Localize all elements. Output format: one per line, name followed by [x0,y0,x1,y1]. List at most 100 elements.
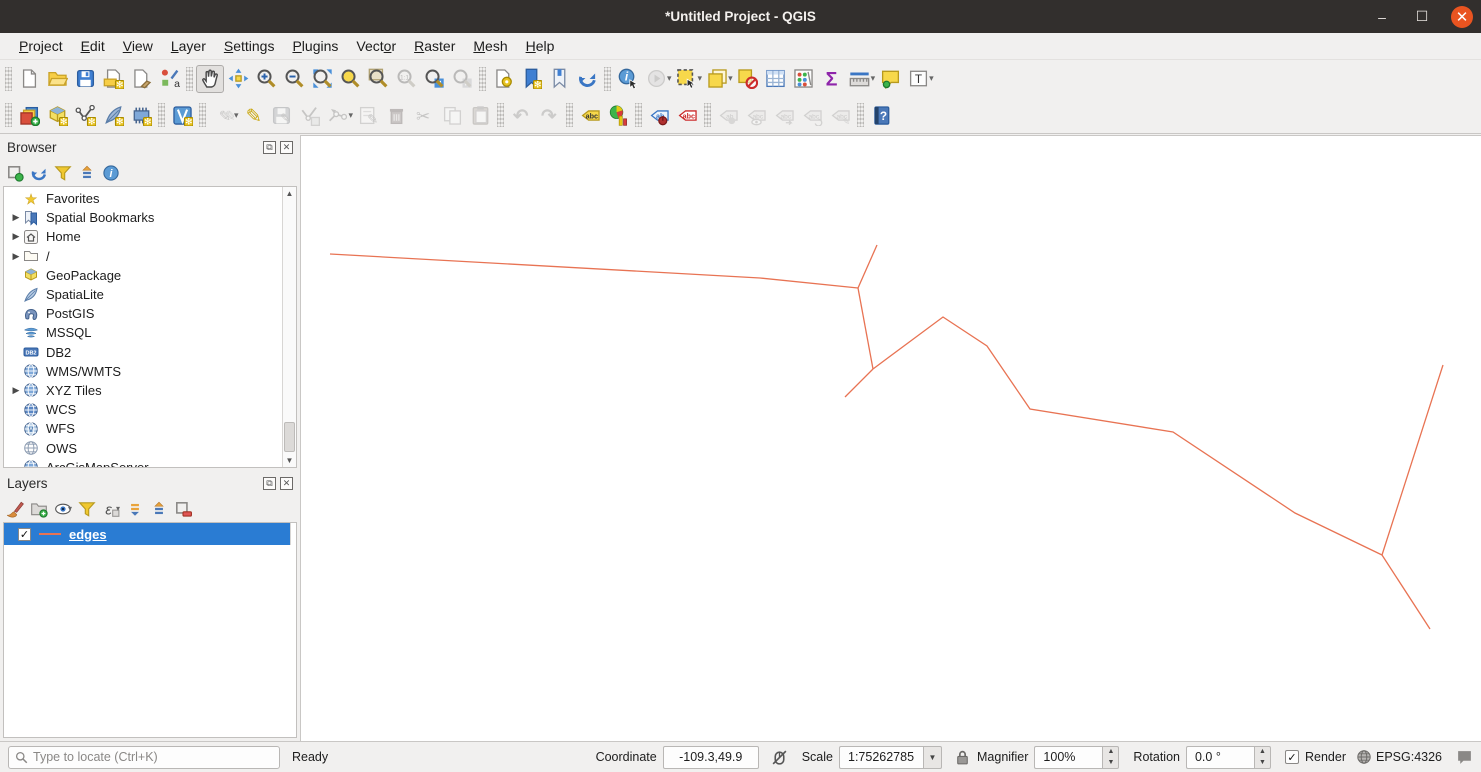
menu-layer[interactable]: Layer [162,35,215,57]
new-memory-layer-button[interactable]: ✻ [127,101,155,129]
browser-item-favorites[interactable]: ★Favorites [4,189,281,208]
layers-close-icon[interactable]: ✕ [280,477,293,490]
menu-plugins[interactable]: Plugins [283,35,347,57]
select-by-value-button[interactable] [703,65,731,93]
collapse-all-layers-button[interactable] [150,500,168,518]
browser-item-wcs[interactable]: WCS [4,400,281,419]
pin-labels-button[interactable]: ab [645,101,673,129]
expand-all-button[interactable] [126,500,144,518]
coordinate-field[interactable]: -109.3,49.9 [663,746,759,769]
remove-layer-button[interactable] [174,500,192,518]
layer-visibility-checkbox[interactable]: ✓ [18,528,31,541]
browser-item-mssql[interactable]: MSSQL [4,323,281,342]
expand-arrow-icon[interactable]: ▶ [10,212,22,223]
toolbar-handle[interactable] [5,103,12,127]
refresh-browser-button[interactable] [30,164,48,182]
open-attribute-table-button[interactable] [762,65,790,93]
new-virtual-layer-button[interactable]: ✻ [168,101,196,129]
open-layer-styling-button[interactable] [6,500,24,518]
toolbar-handle[interactable] [5,67,12,91]
add-group-button[interactable] [30,500,48,518]
toolbar-handle[interactable] [479,67,486,91]
filter-legend-button[interactable] [78,500,96,518]
new-project-button[interactable] [15,65,43,93]
show-layout-manager-button[interactable] [127,65,155,93]
crs-status[interactable]: EPSG:4326 [1356,749,1442,765]
rotation-down-icon[interactable]: ▼ [1255,757,1270,768]
maximize-button[interactable]: ☐ [1411,6,1433,28]
layers-float-icon[interactable]: ⧉ [263,477,276,490]
highlight-pinned-labels-button[interactable]: abc [673,101,701,129]
field-calculator-button[interactable] [790,65,818,93]
close-button[interactable]: ✕ [1451,6,1473,28]
zoom-in-button[interactable] [252,65,280,93]
toolbar-handle[interactable] [497,103,504,127]
browser-scrollbar[interactable]: ▲ ▼ [282,187,296,467]
zoom-full-button[interactable] [308,65,336,93]
scroll-thumb[interactable] [284,422,295,452]
browser-item-db2[interactable]: DB2DB2 [4,343,281,362]
toggle-editing-button[interactable]: ✎ [240,101,268,129]
rotation-spinbox[interactable]: 0.0 ° ▲▼ [1186,746,1271,769]
menu-project[interactable]: Project [10,35,72,57]
lock-scale-icon[interactable] [954,749,971,766]
new-spatialite-layer-button[interactable]: ✻ [99,101,127,129]
manage-map-themes-button[interactable]: ▾ [54,500,72,518]
layer-item-edges[interactable]: ✓edges [4,523,296,545]
identify-features-button[interactable]: i [614,65,642,93]
menu-settings[interactable]: Settings [215,35,284,57]
minimize-button[interactable]: – [1371,6,1393,28]
scale-combo[interactable]: 1:75262785 ▼ [839,746,942,769]
browser-item-arcgismapserver[interactable]: ArcGisMapServer [4,458,281,468]
expand-arrow-icon[interactable]: ▶ [10,385,22,396]
scroll-down-icon[interactable]: ▼ [283,454,296,467]
scale-dropdown-icon[interactable]: ▼ [923,746,942,769]
style-manager-button[interactable]: a [155,65,183,93]
magnifier-value[interactable]: 100% [1034,746,1102,769]
browser-float-icon[interactable]: ⧉ [263,141,276,154]
title-bar[interactable]: *Untitled Project - QGIS – ☐ ✕ [0,0,1481,33]
pan-map-button[interactable] [196,65,224,93]
new-shapefile-layer-button[interactable]: ✻ [71,101,99,129]
enable-properties-widget-button[interactable]: i [102,164,120,182]
new-spatial-bookmark-button[interactable]: ✻ [517,65,545,93]
collapse-all-button[interactable] [78,164,96,182]
measure-button[interactable] [846,65,874,93]
zoom-out-button[interactable] [280,65,308,93]
open-project-button[interactable] [43,65,71,93]
statistical-summary-button[interactable]: Σ [818,65,846,93]
scale-value[interactable]: 1:75262785 [839,746,923,769]
browser-item-postgis[interactable]: PostGIS [4,304,281,323]
menu-edit[interactable]: Edit [72,35,114,57]
rotation-up-icon[interactable]: ▲ [1255,747,1270,758]
menu-raster[interactable]: Raster [405,35,464,57]
text-annotation-button[interactable]: T [904,65,932,93]
toolbar-handle[interactable] [704,103,711,127]
scroll-up-icon[interactable]: ▲ [283,187,296,200]
browser-item-ows[interactable]: OWS [4,438,281,457]
new-geopackage-layer-button[interactable]: ✻ [43,101,71,129]
layer-diagram-button[interactable] [604,101,632,129]
menu-mesh[interactable]: Mesh [464,35,516,57]
new-print-layout-button[interactable]: ✻ [99,65,127,93]
menu-view[interactable]: View [114,35,162,57]
filter-browser-button[interactable] [54,164,72,182]
browser-item-wms-wmts[interactable]: WMS/WMTS [4,362,281,381]
menu-help[interactable]: Help [517,35,564,57]
browser-item-spatialite[interactable]: SpatiaLite [4,285,281,304]
browser-item-spatial-bookmarks[interactable]: ▶Spatial Bookmarks [4,208,281,227]
render-checkbox[interactable]: ✓ Render [1285,750,1346,764]
browser-item--[interactable]: ▶/ [4,247,281,266]
expand-arrow-icon[interactable]: ▶ [10,231,22,242]
locator-input[interactable] [33,750,273,764]
new-map-view-button[interactable] [489,65,517,93]
magnifier-spinbox[interactable]: 100% ▲▼ [1034,746,1119,769]
menu-vector[interactable]: Vector [347,35,405,57]
magnifier-down-icon[interactable]: ▼ [1103,757,1118,768]
select-features-button[interactable] [673,65,701,93]
rotation-value[interactable]: 0.0 ° [1186,746,1254,769]
filter-by-expression-button[interactable]: ε▾ [102,500,120,518]
manage-map-themes-dropdown-icon[interactable]: ▾ [68,504,72,513]
add-selected-layers-button[interactable] [6,164,24,182]
toolbar-handle[interactable] [158,103,165,127]
